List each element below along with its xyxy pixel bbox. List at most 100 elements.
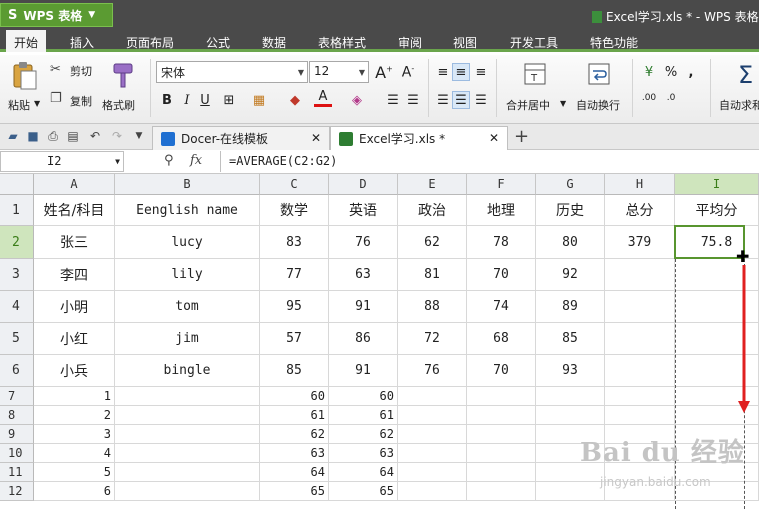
menu-table-style[interactable]: 表格样式 [312,32,372,53]
cell-g6[interactable]: 93 [536,355,605,387]
merge-center-button[interactable]: T 合并居中 ▼ [506,59,568,117]
cell-c6[interactable]: 85 [260,355,329,387]
row-header-2[interactable]: 2 [0,226,34,259]
cell-c9[interactable]: 61 [260,406,329,425]
cell-b12[interactable] [115,463,260,482]
align-center-button[interactable]: ☰ [452,91,470,109]
cell-g3[interactable]: 92 [536,259,605,291]
menu-formulas[interactable]: 公式 [200,32,236,53]
menu-home[interactable]: 开始 [6,30,47,52]
header-cell-h1[interactable]: 总分 [605,195,675,226]
folder-icon[interactable]: ▰ [6,129,20,143]
cell-a6[interactable]: 小兵 [34,355,115,387]
cell-g5[interactable]: 85 [536,323,605,355]
cell-b3[interactable]: lily [115,259,260,291]
cell-b4[interactable]: tom [115,291,260,323]
row-header-1[interactable]: 1 [0,195,34,226]
cell-e13[interactable] [398,482,467,501]
cell-h4[interactable] [605,291,675,323]
row-header-6[interactable]: 6 [0,355,34,387]
cell-e2[interactable]: 62 [398,226,467,259]
align-bottom-button[interactable]: ≡ [472,63,490,81]
row-header-4[interactable]: 4 [0,291,34,323]
cell-g8[interactable] [536,387,605,406]
cell-c4[interactable]: 95 [260,291,329,323]
close-icon[interactable]: ✕ [311,131,321,145]
font-size-select[interactable]: 12 ▼ [309,61,369,83]
cell-d2[interactable]: 76 [329,226,398,259]
cell-d8[interactable]: 60 [329,387,398,406]
cell-b8[interactable] [115,387,260,406]
decrease-font-size-button[interactable]: A- [399,63,417,81]
cell-c13[interactable]: 65 [260,482,329,501]
cell-c8[interactable]: 60 [260,387,329,406]
cell-a9[interactable]: 2 [34,406,115,425]
format-painter-button[interactable]: 格式刷 [102,59,142,117]
menu-developer[interactable]: 开发工具 [504,32,564,53]
cell-a12[interactable]: 5 [34,463,115,482]
cell-f5[interactable]: 68 [467,323,536,355]
cell-g13[interactable] [536,482,605,501]
chevron-down-icon[interactable]: ▼ [132,129,146,143]
increase-font-size-button[interactable]: A+ [375,63,393,82]
row-header-3[interactable]: 3 [0,259,34,291]
cell-h2[interactable]: 379 [605,226,675,259]
cell-h9[interactable] [605,406,675,425]
cell-f13[interactable] [467,482,536,501]
cut-button[interactable]: ✂ 剪切 [50,61,100,79]
align-middle-button[interactable]: ≡ [452,63,470,81]
currency-button[interactable]: ¥ [640,63,658,81]
column-header-d[interactable]: D [329,174,398,195]
cell-b10[interactable] [115,425,260,444]
tab-excel-file[interactable]: Excel学习.xls * ✕ [330,126,508,150]
zoom-magnifier-icon[interactable]: ⚲ [164,153,174,168]
cell-c12[interactable]: 64 [260,463,329,482]
header-cell-a1[interactable]: 姓名/科目 [34,195,115,226]
cell-f3[interactable]: 70 [467,259,536,291]
cell-style-button[interactable]: ▦ [250,91,268,109]
cell-a10[interactable]: 3 [34,425,115,444]
align-left-button[interactable]: ☰ [434,91,452,109]
print-preview-icon[interactable]: ▤ [66,129,80,143]
cell-f10[interactable] [467,425,536,444]
close-icon[interactable]: ✕ [489,131,499,145]
cell-b5[interactable]: jim [115,323,260,355]
clear-format-button[interactable]: ◈ [348,91,366,109]
menu-review[interactable]: 审阅 [392,32,428,53]
underline-button[interactable]: U [196,91,214,109]
column-header-g[interactable]: G [536,174,605,195]
cell-c2[interactable]: 83 [260,226,329,259]
wrap-text-button[interactable]: 自动换行 [574,59,626,117]
menu-data[interactable]: 数据 [256,32,292,53]
header-cell-g1[interactable]: 历史 [536,195,605,226]
cell-f12[interactable] [467,463,536,482]
cell-f11[interactable] [467,444,536,463]
cell-f6[interactable]: 70 [467,355,536,387]
cell-f8[interactable] [467,387,536,406]
cell-h6[interactable] [605,355,675,387]
cell-d3[interactable]: 63 [329,259,398,291]
select-all-corner[interactable] [0,174,34,195]
column-header-f[interactable]: F [467,174,536,195]
cell-g2[interactable]: 80 [536,226,605,259]
cell-f9[interactable] [467,406,536,425]
row-header-10[interactable]: 10 [0,444,34,463]
row-header-11[interactable]: 11 [0,463,34,482]
cell-e9[interactable] [398,406,467,425]
cell-e5[interactable]: 72 [398,323,467,355]
cell-c10[interactable]: 62 [260,425,329,444]
row-header-5[interactable]: 5 [0,323,34,355]
tab-docer-templates[interactable]: Docer-在线模板 ✕ [152,126,330,150]
font-name-select[interactable]: 宋体 ▼ [156,61,308,83]
row-header-9[interactable]: 9 [0,425,34,444]
header-cell-d1[interactable]: 英语 [329,195,398,226]
decrease-decimal-button[interactable]: .0 [662,89,680,107]
formula-input[interactable]: =AVERAGE(C2:G2) [220,151,759,172]
cell-b6[interactable]: bingle [115,355,260,387]
column-header-i[interactable]: I [675,174,759,195]
align-top-button[interactable]: ≡ [434,63,452,81]
column-header-a[interactable]: A [34,174,115,195]
italic-button[interactable]: I [178,91,196,109]
cell-a13[interactable]: 6 [34,482,115,501]
header-cell-c1[interactable]: 数学 [260,195,329,226]
